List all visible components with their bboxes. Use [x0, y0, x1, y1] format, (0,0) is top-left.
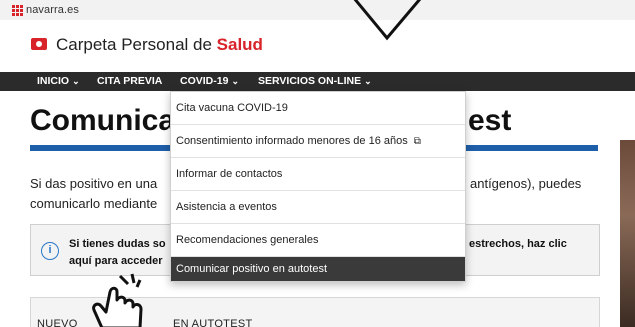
dropdown-item-recomendaciones[interactable]: Recomendaciones generales — [171, 224, 465, 257]
chevron-down-icon: ⌄ — [72, 76, 80, 86]
brand-bar: Carpeta Personal de Salud — [0, 20, 635, 72]
dropdown-item-comunicar-positivo[interactable]: Comunicar positivo en autotest — [171, 257, 465, 281]
card-heading-end: EN AUTOTEST — [173, 318, 253, 327]
site-header: navarra.es — [0, 0, 635, 20]
info-text-line2: aquí para acceder — [69, 255, 163, 267]
menu-item-covid-19[interactable]: COVID-19 ⌄ — [180, 72, 239, 91]
dropdown-item-asistencia-eventos[interactable]: Asistencia a eventos — [171, 191, 465, 224]
carpeta-salud-icon — [31, 38, 47, 50]
info-icon: i — [41, 242, 59, 260]
covid-dropdown-menu: Cita vacuna COVID-19 Consentimiento info… — [170, 91, 466, 282]
navarra-logo-icon — [12, 4, 23, 16]
main-menu: INICIO ⌄ CITA PREVIA COVID-19 ⌄ SERVICIOS … — [0, 72, 635, 91]
site-name: navarra.es — [26, 4, 79, 16]
info-text-line1: Si tienes dudas so — [69, 238, 166, 250]
navarra-logo-link[interactable]: navarra.es — [12, 3, 79, 17]
page-title: Comunica — [30, 104, 176, 137]
chevron-down-icon: ⌄ — [364, 76, 372, 86]
intro-text-line1-end: antígenos), puedes — [470, 176, 582, 191]
menu-item-inicio[interactable]: INICIO ⌄ — [37, 72, 80, 91]
intro-text-line2: comunicarlo mediante — [30, 196, 158, 211]
brand-title-link[interactable]: Carpeta Personal de Salud — [56, 35, 263, 55]
dropdown-item-informar-contactos[interactable]: Informar de contactos — [171, 158, 465, 191]
info-text-line1-end: estrechos, haz clic — [469, 238, 567, 250]
chevron-overlay-icon — [353, 0, 422, 41]
intro-text-line1: Si das positivo en una — [30, 176, 158, 191]
menu-item-cita-previa[interactable]: CITA PREVIA — [97, 72, 162, 91]
hand-pointer-icon — [92, 273, 143, 327]
card-heading-start: NUEVO — [37, 318, 78, 327]
dropdown-item-consentimiento[interactable]: Consentimiento informado menores de 16 a… — [171, 125, 465, 158]
chevron-down-icon: ⌄ — [231, 76, 239, 86]
external-link-icon: ⧉ — [413, 136, 421, 147]
side-photo — [620, 140, 635, 327]
menu-item-servicios-online[interactable]: SERVICIOS ON-LINE ⌄ — [258, 72, 372, 91]
dropdown-item-cita-vacuna[interactable]: Cita vacuna COVID-19 — [171, 92, 465, 125]
page-title-end: est — [468, 104, 512, 137]
